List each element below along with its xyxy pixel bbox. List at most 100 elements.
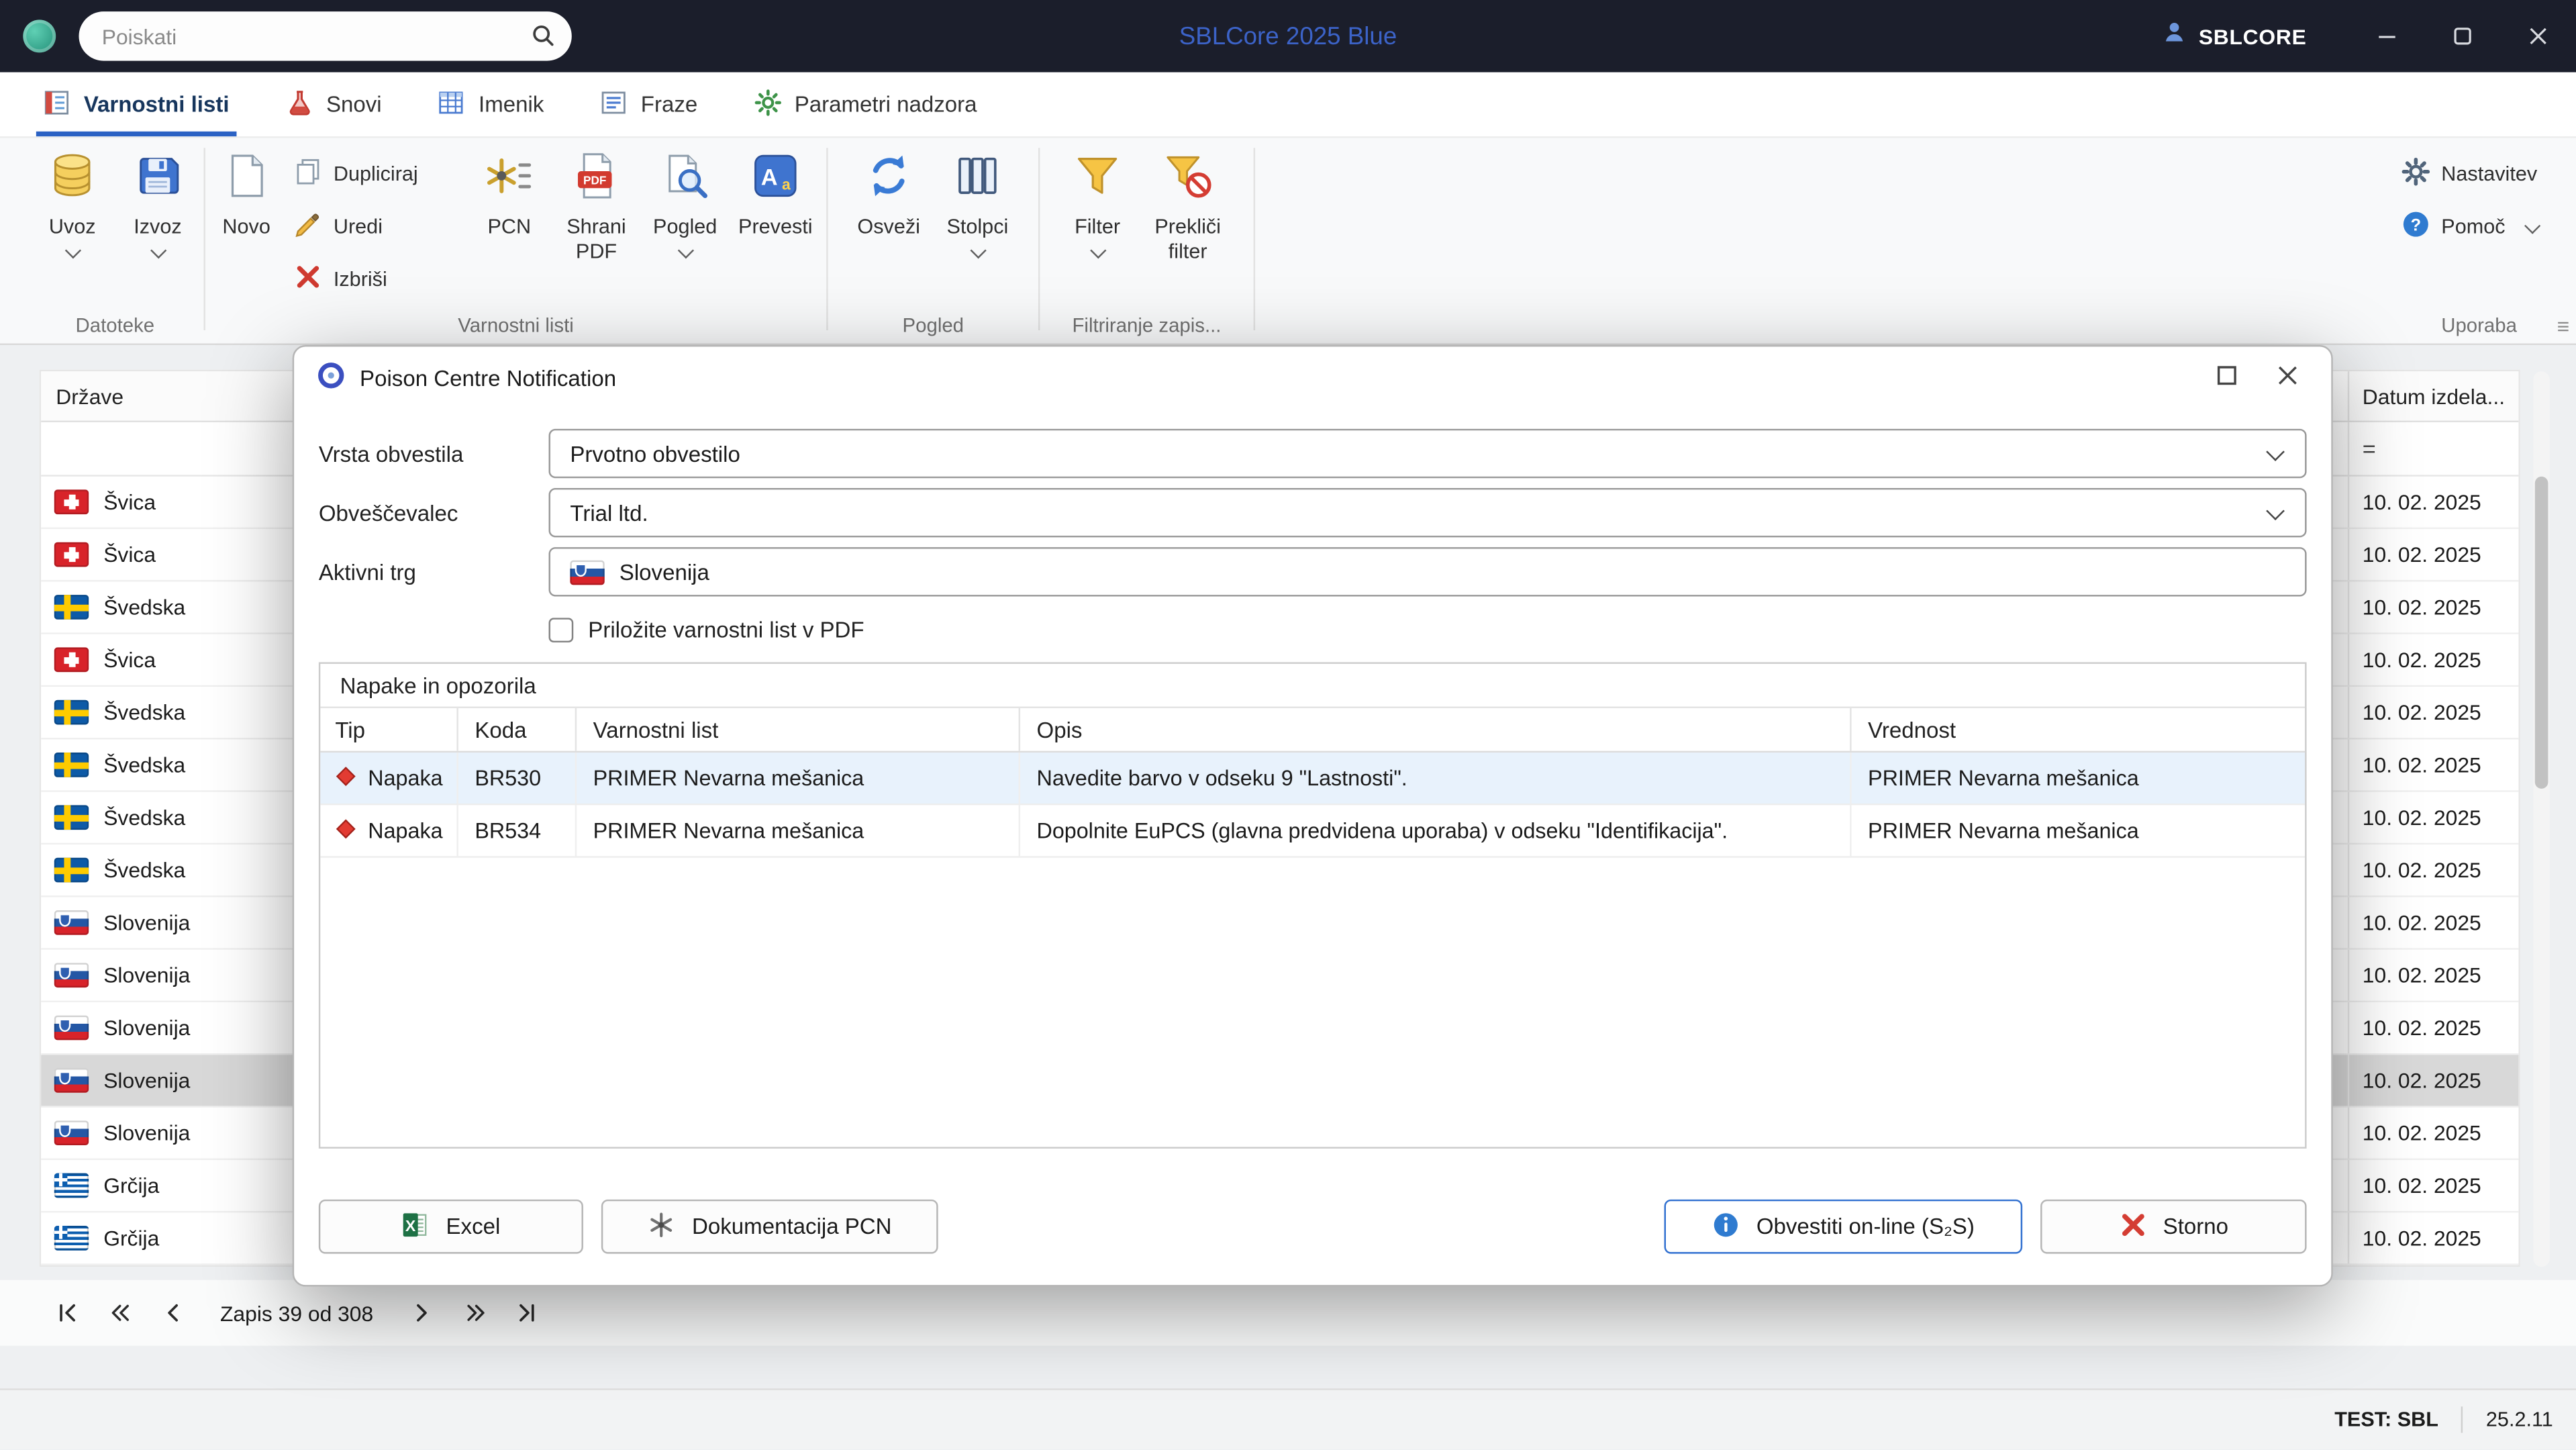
error-type: Napaka: [368, 766, 442, 791]
notifier-select[interactable]: Trial ltd.: [549, 488, 2307, 537]
export-button[interactable]: Izvoz: [115, 138, 200, 256]
attach-pdf-checkbox[interactable]: [549, 617, 574, 642]
excel-button[interactable]: X Excel: [319, 1200, 583, 1254]
error-code: BR534: [458, 805, 577, 856]
tab-snovi[interactable]: Snovi: [282, 72, 385, 136]
excel-icon: X: [401, 1210, 430, 1243]
new-button[interactable]: Novo: [209, 138, 285, 240]
save-pdf-button[interactable]: PDF Shrani PDF: [550, 138, 642, 264]
date-filter-cell[interactable]: =: [2348, 422, 2519, 475]
cancel-button[interactable]: Storno: [2040, 1200, 2307, 1254]
dialog-maximize-button[interactable]: [2216, 365, 2238, 391]
pcn-button[interactable]: PCN: [468, 138, 550, 240]
search-icon[interactable]: [531, 23, 556, 56]
dialog-close-button[interactable]: [2277, 365, 2299, 391]
country-label: Švica: [103, 647, 156, 672]
dialog-launcher-icon[interactable]: ≡: [2557, 313, 2570, 338]
edit-button[interactable]: Uredi: [294, 210, 452, 243]
country-flag-icon: [54, 1068, 89, 1093]
country-label: Švedska: [103, 700, 185, 725]
group-label: Pogled: [844, 307, 1022, 344]
button-label: Filter: [1075, 215, 1120, 240]
error-row[interactable]: Napaka BR534 PRIMER Nevarna mešanica Dop…: [320, 805, 2305, 857]
columns-button[interactable]: Stolpci: [933, 138, 1022, 256]
app-logo-icon[interactable]: [23, 19, 56, 52]
minimize-button[interactable]: [2349, 0, 2425, 72]
app-window: SBLCore 2025 Blue SBLCORE Varnostni list…: [0, 0, 2576, 1449]
button-label: Prevesti: [738, 215, 813, 240]
country-label: Slovenija: [103, 1120, 190, 1145]
last-record-button[interactable]: [505, 1292, 548, 1335]
import-button[interactable]: Uvoz: [30, 138, 115, 256]
tab-varnostni-listi[interactable]: Varnostni listi: [40, 72, 233, 136]
attach-pdf-label: Priložite varnostni list v PDF: [588, 617, 864, 642]
vertical-scrollbar[interactable]: [2533, 371, 2549, 1267]
help-button[interactable]: ? Pomoč: [2402, 210, 2538, 243]
country-flag-icon: [54, 489, 89, 514]
date-cell: 10. 02. 2025: [2348, 897, 2519, 948]
duplicate-button[interactable]: Dupliciraj: [294, 158, 452, 191]
country-label: Grčija: [103, 1173, 159, 1198]
tab-label: Imenik: [479, 92, 544, 117]
tab-label: Fraze: [641, 92, 697, 117]
columns-icon: [953, 151, 1002, 209]
delete-button[interactable]: Izbriši: [294, 263, 452, 296]
settings-button[interactable]: Nastavitev: [2402, 158, 2538, 191]
first-record-button[interactable]: [46, 1292, 89, 1335]
chevron-down-icon: [150, 242, 166, 258]
translate-button[interactable]: Aa Prevesti: [728, 138, 823, 240]
notify-online-button[interactable]: Obvestiti on-line (S₂S): [1665, 1200, 2023, 1254]
country-flag-icon: [54, 700, 89, 725]
error-value: PRIMER Nevarna mešanica: [1852, 753, 2306, 804]
pcn-documentation-button[interactable]: Dokumentacija PCN: [601, 1200, 938, 1254]
button-label: Excel: [446, 1214, 501, 1239]
button-label: Uredi: [334, 215, 383, 238]
prev-page-button[interactable]: [99, 1292, 142, 1335]
view-button[interactable]: Pogled: [642, 138, 728, 256]
button-label: Shrani PDF: [550, 215, 642, 264]
country-flag-icon: [54, 1016, 89, 1041]
user-account[interactable]: SBLCORE: [2163, 19, 2307, 52]
next-record-button[interactable]: [399, 1292, 442, 1335]
refresh-button[interactable]: Osveži: [844, 138, 933, 240]
titlebar: SBLCore 2025 Blue SBLCORE: [0, 0, 2576, 72]
scrollbar-thumb[interactable]: [2535, 477, 2548, 789]
button-label: Izbriši: [334, 268, 387, 291]
translate-icon: Aa: [751, 151, 800, 209]
tab-fraze[interactable]: Fraze: [597, 72, 701, 136]
notification-type-select[interactable]: Prvotno obvestilo: [549, 429, 2307, 478]
funnel-icon: [1073, 151, 1122, 209]
clear-filter-button[interactable]: Prekliči filter: [1138, 138, 1237, 264]
next-page-button[interactable]: [452, 1292, 495, 1335]
search-input[interactable]: [79, 11, 571, 60]
error-row[interactable]: Napaka BR530 PRIMER Nevarna mešanica Nav…: [320, 753, 2305, 805]
status-divider: [2461, 1406, 2463, 1433]
tab-parametri-nadzora[interactable]: Parametri nadzora: [750, 72, 981, 136]
col-koda: Koda: [458, 708, 577, 751]
directory-grid-icon: [438, 88, 466, 121]
button-label: Izvoz: [134, 215, 181, 240]
button-label: Stolpci: [946, 215, 1008, 240]
chevron-down-icon: [2524, 218, 2540, 234]
prev-record-button[interactable]: [151, 1292, 194, 1335]
duplicate-icon: [294, 158, 322, 191]
tab-imenik[interactable]: Imenik: [434, 72, 547, 136]
selected-value: Prvotno obvestilo: [570, 441, 740, 466]
country-label: Švedska: [103, 595, 185, 620]
country-label: Švica: [103, 542, 156, 567]
button-label: Dokumentacija PCN: [692, 1214, 892, 1239]
user-icon: [2163, 19, 2187, 52]
record-position-label: Zapis 39 od 308: [220, 1300, 373, 1325]
group-label: Filtriranje zapis...: [1056, 307, 1237, 344]
filter-button[interactable]: Filter: [1056, 138, 1138, 256]
pcn-notify-icon: [485, 151, 534, 209]
col-list: Varnostni list: [577, 708, 1020, 751]
maximize-button[interactable]: [2425, 0, 2501, 72]
active-market-field[interactable]: Slovenija: [549, 547, 2307, 596]
error-code: BR530: [458, 753, 577, 804]
environment-label: TEST: SBL: [2334, 1408, 2438, 1431]
country-flag-icon: [54, 595, 89, 620]
close-button[interactable]: [2500, 0, 2576, 72]
date-cell: 10. 02. 2025: [2348, 1160, 2519, 1211]
column-header-date[interactable]: Datum izdela...: [2348, 371, 2519, 420]
